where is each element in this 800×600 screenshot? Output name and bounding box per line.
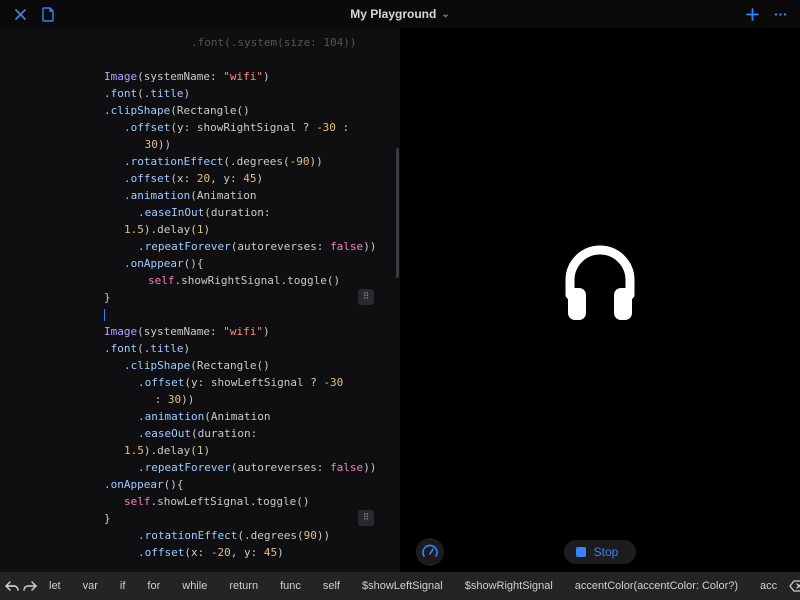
title-bar: My Playground ⌄ xyxy=(0,0,800,28)
completion-accentColor[interactable]: accentColor(accentColor: Color?) xyxy=(565,575,748,597)
code-editor[interactable]: .font(.system(size: 104)) Image(systemNa… xyxy=(0,28,400,572)
code-hint-icon[interactable]: ⠿ xyxy=(358,289,374,305)
chevron-down-icon: ⌄ xyxy=(441,9,449,20)
more-icon[interactable] xyxy=(770,4,790,24)
shortcut-bar: let var if for while return func self $s… xyxy=(0,572,800,600)
preview-controls: Stop xyxy=(400,532,800,572)
undo-button[interactable] xyxy=(5,575,20,597)
kw-if[interactable]: if xyxy=(110,575,136,597)
scrollbar[interactable] xyxy=(396,148,399,278)
cursor-line xyxy=(8,306,400,323)
code-hint-icon[interactable]: ⠿ xyxy=(358,510,374,526)
redo-button[interactable] xyxy=(22,575,37,597)
speedometer-button[interactable] xyxy=(416,538,444,566)
completion-acc[interactable]: acc xyxy=(750,575,787,597)
stop-button[interactable]: Stop xyxy=(564,540,637,564)
kw-self[interactable]: self xyxy=(313,575,350,597)
delete-key[interactable] xyxy=(789,575,800,597)
stop-label: Stop xyxy=(594,545,619,559)
add-icon[interactable] xyxy=(742,4,762,24)
close-icon[interactable] xyxy=(10,4,30,24)
kw-return[interactable]: return xyxy=(219,575,268,597)
completion-showRightSignal[interactable]: $showRightSignal xyxy=(455,575,563,597)
headphones-icon xyxy=(550,235,650,325)
kw-while[interactable]: while xyxy=(172,575,217,597)
stop-icon xyxy=(576,547,586,557)
code-line: .font(.system(size: 104)) xyxy=(8,34,400,51)
completion-showLeftSignal[interactable]: $showLeftSignal xyxy=(352,575,453,597)
kw-for[interactable]: for xyxy=(137,575,170,597)
preview-panel: Stop xyxy=(400,28,800,572)
kw-var[interactable]: var xyxy=(73,575,108,597)
kw-func[interactable]: func xyxy=(270,575,311,597)
kw-let[interactable]: let xyxy=(39,575,71,597)
page-title: My Playground xyxy=(350,7,436,21)
code-line xyxy=(8,51,400,68)
document-icon[interactable] xyxy=(38,4,58,24)
playground-title[interactable]: My Playground ⌄ xyxy=(350,7,449,21)
preview-canvas xyxy=(400,28,800,532)
